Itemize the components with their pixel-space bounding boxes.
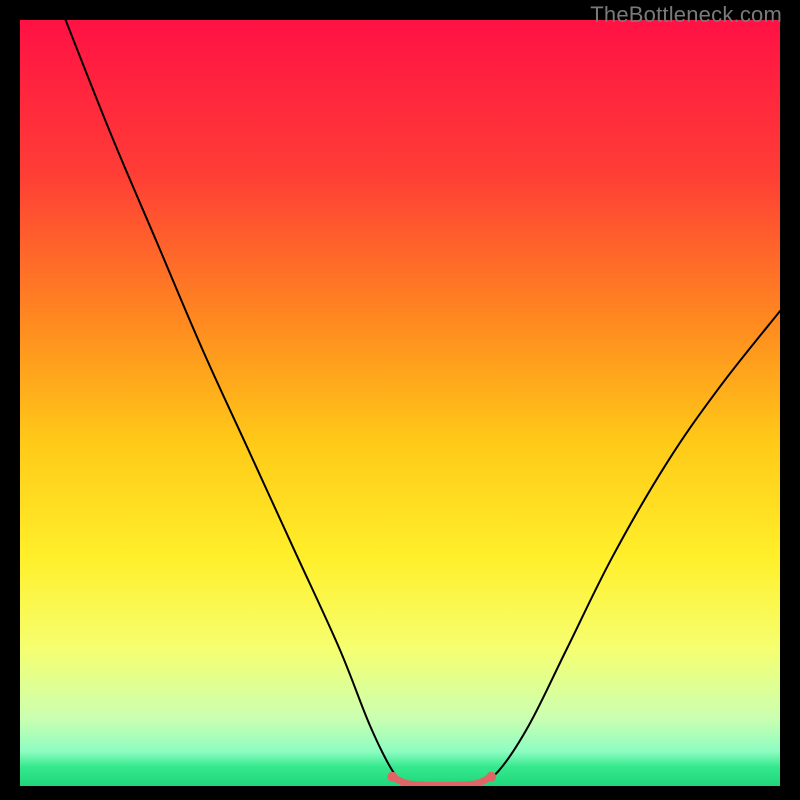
watermark-text: TheBottleneck.com xyxy=(590,2,782,28)
curve-valley-floor xyxy=(392,777,491,786)
curve-left-branch xyxy=(66,20,408,786)
chart-curves xyxy=(20,20,780,786)
valley-endpoint-left xyxy=(387,772,397,782)
plot-area xyxy=(20,20,780,786)
valley-endpoint-right xyxy=(486,772,496,782)
curve-right-branch xyxy=(476,311,780,786)
